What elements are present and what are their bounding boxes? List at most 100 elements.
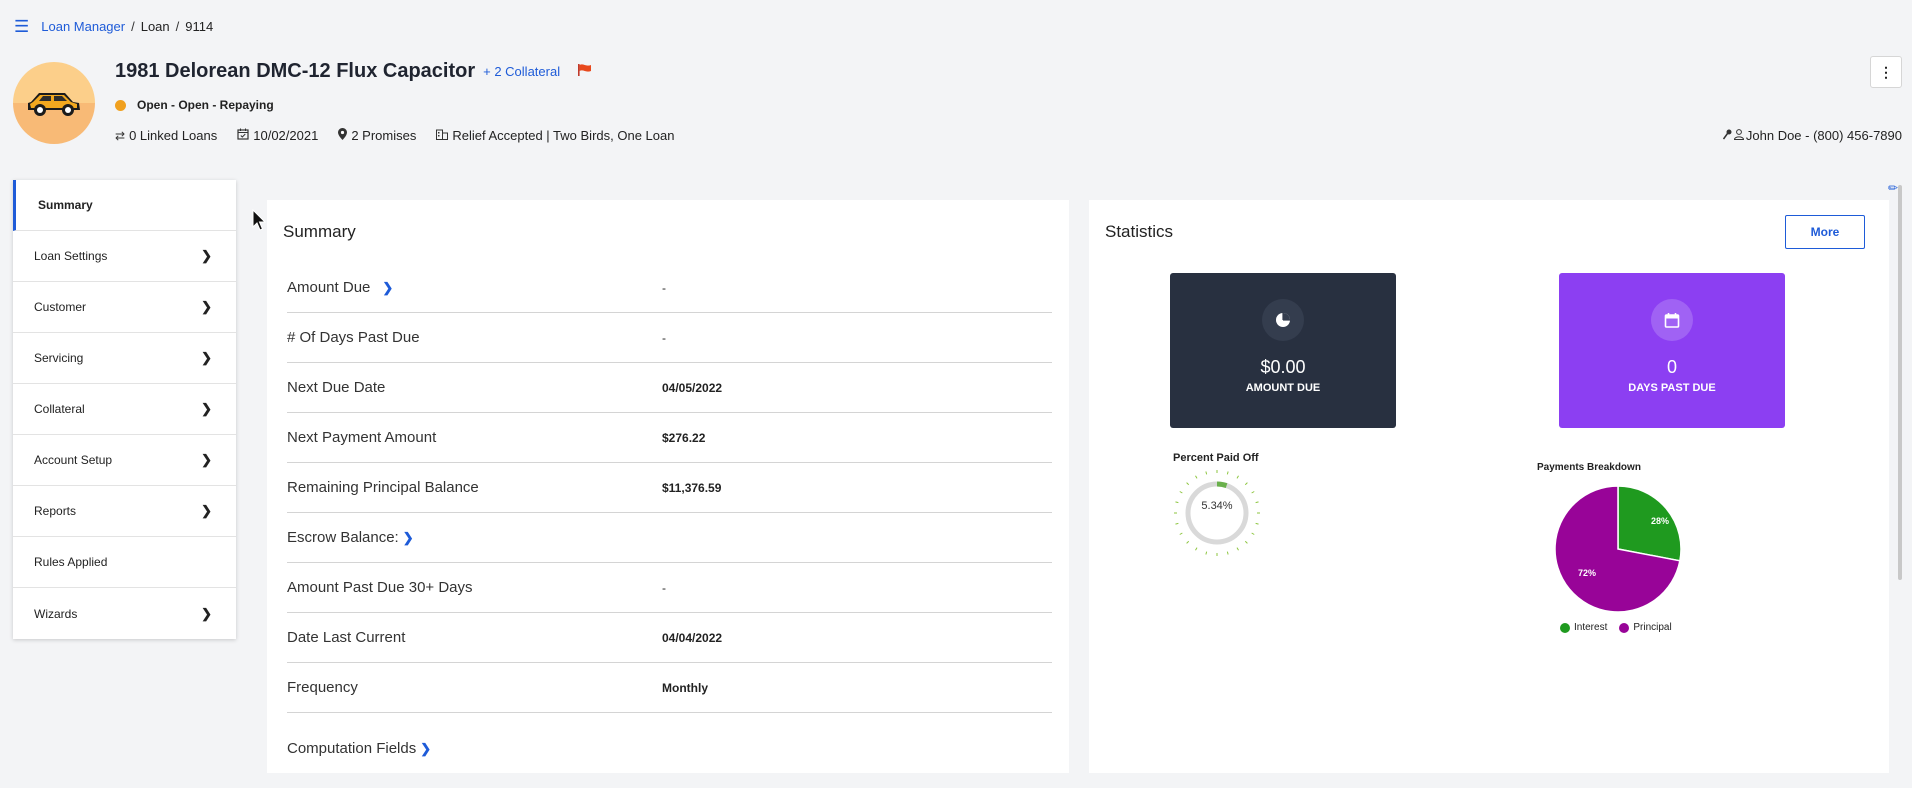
legend-item-principal[interactable]: Principal: [1619, 622, 1672, 633]
amount-due-label: Amount Due: [287, 279, 371, 296]
pie-label-principal: 72%: [1578, 568, 1597, 578]
sidebar-item-loan-settings[interactable]: Loan Settings ❯: [13, 231, 236, 282]
summary-row-value: Monthly: [662, 680, 708, 695]
promises-text: 2 Promises: [351, 128, 417, 143]
pie-slice-interest[interactable]: [1617, 485, 1682, 562]
collateral-link[interactable]: + 2 Collateral: [483, 64, 560, 79]
sidebar-item-label: Wizards: [34, 606, 78, 621]
vertical-ellipsis-icon: ⋮: [1879, 63, 1893, 80]
chevron-right-icon[interactable]: ❯: [382, 280, 393, 296]
mouse-cursor-icon: [252, 208, 267, 236]
chevron-right-icon: ❯: [201, 248, 212, 263]
breadcrumb-loan-id: 9114: [185, 19, 214, 34]
sidebar-item-collateral[interactable]: Collateral ❯: [13, 384, 236, 435]
gauge-tick: [1236, 475, 1239, 479]
days-past-due-label: DAYS PAST DUE: [1628, 382, 1716, 394]
summary-rows: Amount Due ❯ - # Of Days Past Due - Next …: [287, 263, 1052, 713]
summary-row-label: Remaining Principal Balance: [287, 479, 479, 496]
summary-row-label: Escrow Balance: ❯: [287, 529, 662, 546]
statistics-title: Statistics: [1105, 222, 1174, 241]
linked-loans[interactable]: ⇄ 0 Linked Loans: [115, 128, 217, 143]
sidebar-item-rules-applied[interactable]: Rules Applied: [13, 537, 236, 588]
summary-row-amount-past-due-30: Amount Past Due 30+ Days -: [287, 563, 1052, 613]
summary-row-value: -: [662, 330, 666, 345]
summary-row-value: -: [662, 280, 666, 295]
sidebar-item-servicing[interactable]: Servicing ❯: [13, 333, 236, 384]
page-title: 1981 Delorean DMC-12 Flux Capacitor: [115, 60, 476, 82]
legend-label-interest: Interest: [1574, 622, 1608, 633]
percent-paid-off-value: 5.34%: [1201, 500, 1233, 512]
key-icon: [1722, 128, 1732, 143]
edit-pencil-icon[interactable]: ✏: [1888, 181, 1898, 195]
customer-contact[interactable]: John Doe - (800) 456-7890: [1722, 128, 1902, 143]
summary-row-label: Amount Due ❯: [287, 279, 662, 296]
summary-row-label: Next Due Date: [287, 379, 386, 396]
gauge-tick: [1179, 532, 1183, 535]
promises[interactable]: 2 Promises: [338, 128, 416, 143]
breadcrumb-separator: /: [175, 19, 180, 34]
sidebar-item-wizards[interactable]: Wizards ❯: [13, 588, 236, 639]
gauge-tick: [1205, 551, 1208, 555]
summary-row-value: 04/04/2022: [662, 630, 723, 645]
sidebar-item-label: Loan Settings: [34, 249, 108, 263]
breadcrumb-loan-manager[interactable]: Loan Manager: [41, 19, 125, 34]
car-icon: [28, 93, 80, 116]
legend-swatch-principal: [1619, 622, 1630, 633]
chevron-right-icon: ❯: [420, 740, 432, 756]
summary-row-date-last-current: Date Last Current 04/04/2022: [287, 613, 1052, 663]
flag-icon[interactable]: [578, 63, 592, 81]
computation-fields-link[interactable]: Computation Fields ❯: [287, 740, 431, 757]
summary-row-frequency: Frequency Monthly: [287, 663, 1052, 713]
amount-due-label: AMOUNT DUE: [1245, 382, 1321, 394]
legend-item-interest[interactable]: Interest: [1560, 622, 1607, 633]
summary-row-next-payment-amount: Next Payment Amount $276.22: [287, 413, 1052, 463]
summary-row-escrow-balance: Escrow Balance: ❯: [287, 513, 1052, 563]
summary-row-label: Amount Past Due 30+ Days: [287, 579, 473, 596]
percent-paid-off-gauge: [1174, 470, 1260, 556]
more-button[interactable]: More: [1785, 215, 1865, 249]
sidebar-nav: Summary Loan Settings ❯ Customer ❯ Servi…: [13, 180, 236, 639]
gauge-tick: [1236, 547, 1239, 551]
gauge-tick: [1251, 491, 1255, 494]
chevron-right-icon: ❯: [201, 401, 212, 416]
gauge-tick: [1244, 482, 1248, 486]
sidebar-item-label: Customer: [34, 300, 87, 314]
sidebar-item-label: Account Setup: [34, 453, 113, 467]
legend-swatch-interest: [1560, 622, 1570, 633]
loan-date-text: 10/02/2021: [253, 128, 319, 143]
chevron-right-icon: ❯: [201, 452, 212, 467]
summary-row-value: $11,376.59: [662, 480, 722, 495]
vertical-scrollbar[interactable]: [1898, 185, 1902, 580]
contact-text: John Doe - (800) 456-7890: [1745, 128, 1902, 143]
gauge-tick: [1205, 471, 1208, 475]
more-options-button[interactable]: ⋮: [1870, 56, 1902, 88]
chevron-right-icon: ❯: [201, 605, 212, 621]
gauge-tick: [1179, 491, 1183, 494]
summary-row-amount-due: Amount Due ❯ -: [287, 263, 1052, 313]
calendar-icon: [1651, 299, 1693, 341]
pie-chart-icon: [1262, 299, 1304, 341]
summary-row-label: Date Last Current: [287, 629, 406, 646]
sidebar-item-summary[interactable]: Summary: [13, 180, 236, 231]
sidebar-item-customer[interactable]: Customer ❯: [13, 282, 236, 333]
sidebar-item-label: Summary: [38, 198, 93, 212]
payments-breakdown-title: Payments Breakdown: [1537, 462, 1641, 473]
sidebar-item-reports[interactable]: Reports ❯: [13, 486, 236, 537]
sidebar-item-label: Servicing: [34, 351, 84, 365]
gauge-tick: [1186, 482, 1190, 486]
breadcrumb: ☰ Loan Manager / Loan / 9114: [14, 18, 213, 35]
gauge-track: [1185, 481, 1249, 545]
summary-row-value: -: [662, 580, 666, 595]
gauge-tick: [1251, 532, 1255, 535]
exchange-icon: ⇄: [115, 128, 126, 143]
gauge-tick: [1226, 471, 1229, 475]
calendar-check-icon: [237, 128, 249, 143]
sidebar-item-account-setup[interactable]: Account Setup ❯: [13, 435, 236, 486]
menu-icon[interactable]: ☰: [14, 18, 29, 35]
percent-paid-off-title: Percent Paid Off: [1173, 452, 1259, 464]
relief[interactable]: Relief Accepted | Two Birds, One Loan: [436, 128, 674, 143]
chevron-right-icon[interactable]: ❯: [403, 530, 414, 546]
pie-label-interest: 28%: [1651, 516, 1670, 526]
gauge-progress-arc: [1216, 481, 1228, 489]
breadcrumb-loan: Loan: [140, 19, 170, 34]
